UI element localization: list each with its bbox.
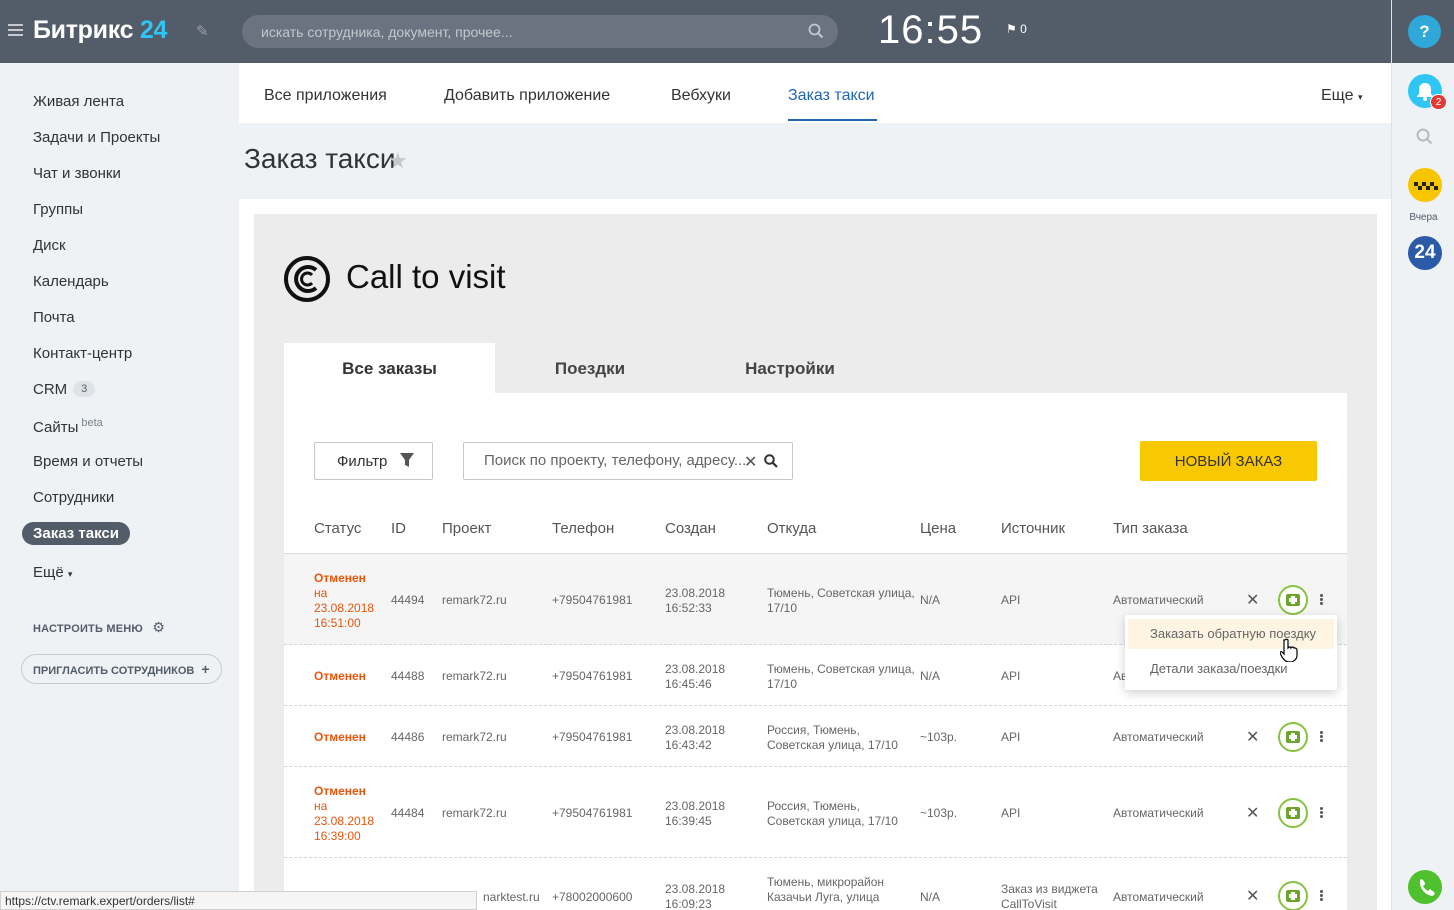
active-tab-underline [788, 119, 877, 121]
search-icon[interactable] [808, 23, 824, 39]
col-project[interactable]: Проект [442, 520, 491, 537]
more-actions-icon[interactable] [1320, 807, 1324, 819]
invite-employees-button[interactable]: ПРИГЛАСИТЬ СОТРУДНИКОВ + [21, 654, 222, 684]
gear-icon: ⚙ [152, 619, 165, 635]
top-header: Битрикс 24 ✎ 16:55 ⚑ 0 [0, 0, 1391, 63]
col-phone[interactable]: Телефон [552, 520, 614, 537]
menu-burger-icon[interactable] [8, 24, 23, 39]
cancel-order-icon[interactable]: ✕ [1246, 590, 1259, 610]
cancel-order-icon[interactable]: ✕ [1246, 803, 1259, 823]
menu-item-groups[interactable]: Группы [33, 201, 83, 218]
plus-icon: + [201, 661, 210, 677]
tab-taxi-order[interactable]: Заказ такси [788, 87, 875, 105]
menu-item-chat[interactable]: Чат и звонки [33, 165, 121, 182]
new-order-button[interactable]: НОВЫЙ ЗАКАЗ [1140, 441, 1317, 481]
tab-settings[interactable]: Настройки [690, 343, 890, 395]
favorite-star-icon[interactable]: ★ [388, 148, 408, 174]
col-price[interactable]: Цена [920, 520, 956, 537]
left-menu: Живая лента Задачи и Проекты Чат и звонк… [0, 63, 239, 910]
menu-item-order-details[interactable]: Детали заказа/поездки [1128, 654, 1334, 684]
phone-icon[interactable] [1408, 870, 1442, 904]
hand-cursor-icon [1280, 638, 1298, 662]
flag-icon: ⚑ [1006, 22, 1017, 36]
menu-item-calendar[interactable]: Календарь [33, 273, 109, 290]
menu-item-mail[interactable]: Почта [33, 309, 75, 326]
search-icon[interactable] [1416, 128, 1433, 145]
col-id[interactable]: ID [391, 520, 406, 537]
menu-item-crm[interactable]: CRM 3 [33, 381, 96, 398]
global-search[interactable] [242, 15, 838, 48]
tab-all-apps[interactable]: Все приложения [264, 87, 387, 105]
clear-icon[interactable]: ✕ [744, 452, 757, 472]
menu-item-sites[interactable]: Сайты beta [33, 417, 103, 436]
first-aid-icon[interactable] [1278, 722, 1308, 752]
taxi-chat-avatar[interactable] [1408, 168, 1442, 202]
tab-all-orders[interactable]: Все заказы [284, 343, 495, 395]
orders-search-input[interactable] [484, 452, 746, 469]
cancel-order-icon[interactable]: ✕ [1246, 727, 1259, 747]
menu-item-tasks[interactable]: Задачи и Проекты [33, 129, 160, 146]
more-dropdown[interactable]: Еще ▾ [1321, 87, 1363, 105]
menu-item-time-reports[interactable]: Время и отчеты [33, 453, 143, 470]
more-actions-icon[interactable] [1320, 594, 1324, 606]
col-status[interactable]: Статус [314, 520, 361, 537]
first-aid-icon[interactable] [1278, 798, 1308, 828]
more-actions-icon[interactable] [1320, 890, 1324, 902]
taxi-chat-label: Вчера [1409, 212, 1438, 223]
cancel-order-icon[interactable]: ✕ [1246, 886, 1259, 906]
global-search-input[interactable] [242, 15, 782, 48]
browser-status-url: https://ctv.remark.expert/orders/list# [0, 891, 477, 910]
pencil-icon[interactable]: ✎ [196, 22, 209, 40]
bitrix-logo[interactable]: Битрикс 24 [33, 16, 167, 45]
col-from[interactable]: Откуда [767, 520, 816, 537]
filter-button[interactable]: Фильтр [314, 442, 433, 480]
col-order-type[interactable]: Тип заказа [1113, 520, 1188, 537]
tab-add-app[interactable]: Добавить приложение [444, 87, 610, 105]
beta-label: beta [81, 417, 103, 429]
app-title: Call to visit [346, 258, 506, 295]
orders-search: ✕ [463, 442, 793, 480]
flag-counter[interactable]: ⚑ 0 [1006, 22, 1027, 36]
chevron-down-icon: ▾ [1358, 92, 1363, 102]
crm-counter: 3 [73, 381, 96, 397]
chevron-down-icon: ▾ [67, 569, 73, 579]
first-aid-icon[interactable] [1278, 585, 1308, 615]
bitrix24-avatar[interactable]: 24 [1408, 236, 1442, 270]
menu-item-taxi-order[interactable]: Заказ такси [22, 522, 130, 545]
call-to-visit-logo-icon [284, 256, 330, 302]
tab-webhooks[interactable]: Вебхуки [671, 87, 731, 105]
menu-item-contact-center[interactable]: Контакт-центр [33, 345, 132, 362]
right-panel: ? 2 Вчера 24 [1391, 0, 1454, 910]
clock[interactable]: 16:55 [878, 8, 983, 53]
menu-item-more[interactable]: Ещё ▾ [33, 564, 72, 581]
help-button[interactable]: ? [1408, 15, 1441, 48]
col-source[interactable]: Источник [1001, 520, 1065, 537]
col-created[interactable]: Создан [665, 520, 716, 537]
filter-icon [400, 453, 414, 467]
first-aid-icon[interactable] [1278, 881, 1308, 910]
menu-item-live-feed[interactable]: Живая лента [33, 93, 124, 110]
notifications-badge: 2 [1430, 94, 1447, 110]
menu-item-return-trip[interactable]: Заказать обратную поездку [1128, 619, 1334, 649]
configure-menu-button[interactable]: НАСТРОИТЬ МЕНЮ ⚙ [33, 619, 165, 636]
page-title: Заказ такси [244, 143, 396, 174]
menu-item-disk[interactable]: Диск [33, 237, 66, 254]
search-icon[interactable] [764, 454, 778, 468]
more-actions-icon[interactable] [1320, 731, 1324, 743]
tab-trips[interactable]: Поездки [495, 343, 685, 395]
row-actions-menu: Заказать обратную поездку Детали заказа/… [1125, 615, 1337, 690]
menu-item-employees[interactable]: Сотрудники [33, 489, 114, 506]
